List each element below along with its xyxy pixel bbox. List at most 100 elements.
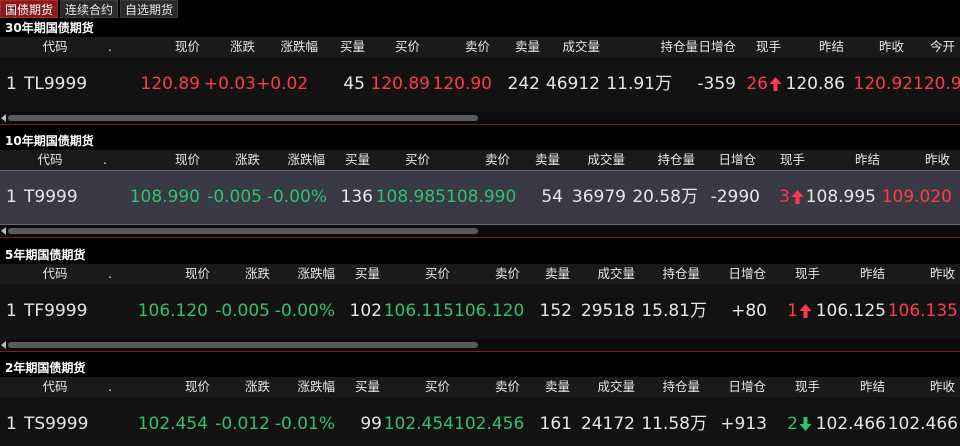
open-interest: 11.58万	[641, 414, 707, 434]
col-ask-vol[interactable]: 卖量	[500, 37, 540, 57]
col-dot[interactable]: .	[100, 264, 120, 284]
table-row[interactable]: 1 TS9999 102.454 -0.012 -0.01% 99 102.45…	[0, 397, 960, 446]
horizontal-scrollbar[interactable]	[0, 225, 960, 237]
tab-watchlist-futures[interactable]: 自选期货	[120, 0, 179, 18]
scrollbar-thumb[interactable]	[8, 228, 478, 234]
col-change[interactable]: 涨跌	[205, 150, 260, 170]
col-price[interactable]: 现价	[150, 264, 210, 284]
ask-volume: 161	[539, 414, 572, 434]
table-row[interactable]: 1 TF9999 106.120 -0.005 -0.00% 102 106.1…	[0, 284, 960, 339]
col-last-vol[interactable]: 现手	[780, 377, 820, 397]
col-dot[interactable]: .	[100, 37, 120, 57]
col-prev-settle[interactable]: 昨结	[845, 264, 885, 284]
col-prev-close[interactable]: 昨收	[905, 150, 950, 170]
col-ask-vol[interactable]: 卖量	[530, 264, 570, 284]
col-open-interest[interactable]: 持仓量	[655, 377, 700, 397]
last-price: 102.454	[137, 414, 208, 434]
horizontal-scrollbar[interactable]	[0, 339, 960, 351]
col-bid-vol[interactable]: 买量	[330, 150, 370, 170]
scroll-left-icon[interactable]	[1, 227, 6, 235]
bid-price: 120.89	[370, 74, 430, 94]
col-prev-settle[interactable]: 昨结	[840, 150, 880, 170]
last-price: 106.120	[137, 301, 208, 321]
col-bid-vol[interactable]: 买量	[340, 264, 380, 284]
col-change[interactable]: 涨跌	[215, 377, 270, 397]
col-prev-close[interactable]: 昨收	[910, 264, 955, 284]
col-volume[interactable]: 成交量	[545, 37, 600, 57]
panel-10y: 10年期国债期货 代码 . 现价 涨跌 涨跌幅 买量 买价 卖价 卖量 成交量 …	[0, 132, 960, 238]
column-header-row: 代码 . 现价 涨跌 涨跌幅 买量 买价 卖价 卖量 成交量 持仓量 日增仓 现…	[0, 377, 960, 397]
col-code[interactable]: 代码	[25, 264, 85, 284]
col-open-interest[interactable]: 持仓量	[650, 150, 695, 170]
col-volume[interactable]: 成交量	[570, 150, 625, 170]
col-change-pct[interactable]: 涨跌幅	[260, 37, 318, 57]
price-change: -0.012	[215, 414, 270, 434]
scrollbar-thumb[interactable]	[8, 115, 478, 121]
col-daily-oi-change[interactable]: 日增仓	[690, 37, 736, 57]
col-bid-vol[interactable]: 买量	[325, 37, 365, 57]
col-bid[interactable]: 买价	[400, 264, 450, 284]
ask-price: 106.120	[454, 301, 525, 321]
col-change-pct[interactable]: 涨跌幅	[265, 150, 325, 170]
scrollbar-thumb[interactable]	[8, 342, 478, 348]
price-change-pct: -0.00%	[274, 301, 335, 321]
col-volume[interactable]: 成交量	[580, 264, 635, 284]
prev-settle: 106.125	[815, 301, 886, 321]
col-change-pct[interactable]: 涨跌幅	[275, 264, 335, 284]
col-open-interest[interactable]: 持仓量	[655, 264, 700, 284]
col-code[interactable]: 代码	[25, 377, 85, 397]
col-last-vol[interactable]: 现手	[745, 37, 781, 57]
col-volume[interactable]: 成交量	[580, 377, 635, 397]
scroll-left-icon[interactable]	[1, 114, 6, 122]
table-row[interactable]: 1 TL9999 120.89 +0.03 +0.02 45 120.89 12…	[0, 57, 960, 112]
col-dot[interactable]: .	[100, 377, 120, 397]
col-price[interactable]: 现价	[140, 150, 200, 170]
col-prev-close[interactable]: 昨收	[910, 377, 955, 397]
scroll-left-icon[interactable]	[1, 341, 6, 349]
prev-settle: 108.995	[805, 187, 876, 207]
col-ask[interactable]: 卖价	[470, 377, 520, 397]
col-open-interest[interactable]: 持仓量	[620, 37, 698, 57]
col-bid[interactable]: 买价	[380, 150, 430, 170]
col-daily-oi-change[interactable]: 日增仓	[720, 377, 766, 397]
col-change[interactable]: 涨跌	[215, 264, 270, 284]
bid-price: 108.985	[375, 187, 446, 207]
contract-code: TL9999	[24, 74, 88, 94]
bid-volume: 99	[360, 414, 382, 434]
col-bid-vol[interactable]: 买量	[340, 377, 380, 397]
price-change-pct: -0.00%	[266, 187, 327, 207]
col-code[interactable]: 代码	[25, 37, 85, 57]
col-open[interactable]: 今开	[930, 37, 960, 57]
horizontal-scrollbar[interactable]	[0, 112, 960, 124]
col-price[interactable]: 现价	[150, 377, 210, 397]
col-prev-close[interactable]: 昨收	[860, 37, 904, 57]
col-change[interactable]: 涨跌	[205, 37, 255, 57]
col-daily-oi-change[interactable]: 日增仓	[720, 264, 766, 284]
col-ask[interactable]: 卖价	[440, 37, 490, 57]
last-price: 120.89	[140, 74, 200, 94]
col-price[interactable]: 现价	[140, 37, 200, 57]
col-ask[interactable]: 卖价	[460, 150, 510, 170]
row-index: 1	[6, 414, 17, 434]
daily-oi-change: +913	[720, 414, 767, 434]
col-ask[interactable]: 卖价	[470, 264, 520, 284]
col-last-vol[interactable]: 现手	[780, 264, 820, 284]
col-bid[interactable]: 买价	[400, 377, 450, 397]
open-price: 120.9	[913, 74, 960, 94]
panel-title: 10年期国债期货	[0, 132, 960, 150]
trade-volume: 36979	[571, 187, 626, 207]
tab-treasury-futures[interactable]: 国债期货	[0, 0, 59, 18]
col-ask-vol[interactable]: 卖量	[520, 150, 560, 170]
tab-continuous-contracts[interactable]: 连续合约	[60, 0, 119, 18]
col-prev-settle[interactable]: 昨结	[800, 37, 844, 57]
col-dot[interactable]: .	[95, 150, 115, 170]
col-bid[interactable]: 买价	[370, 37, 420, 57]
col-code[interactable]: 代码	[20, 150, 80, 170]
col-last-vol[interactable]: 现手	[765, 150, 805, 170]
col-ask-vol[interactable]: 卖量	[530, 377, 570, 397]
prev-close: 109.020	[881, 187, 952, 207]
col-daily-oi-change[interactable]: 日增仓	[710, 150, 756, 170]
col-prev-settle[interactable]: 昨结	[845, 377, 885, 397]
table-row[interactable]: 1 T9999 108.990 -0.005 -0.00% 136 108.98…	[0, 170, 960, 225]
col-change-pct[interactable]: 涨跌幅	[275, 377, 335, 397]
